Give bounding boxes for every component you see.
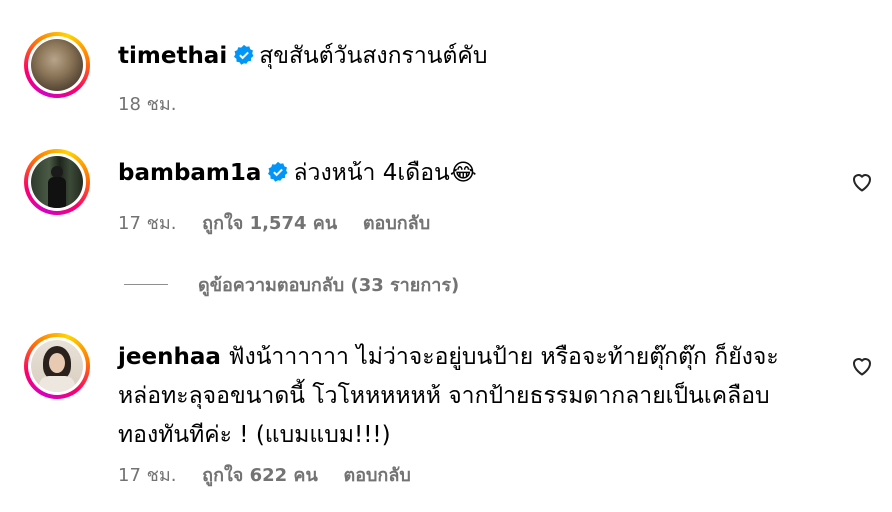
comment-text-line-1: ฟังน้าาาาาา ไม่ว่าจะอยู่บนป้าย หรือจะท้า… [228,344,779,370]
comment-meta: 17 ชม. ถูกใจ 622 คน ตอบกลับ [118,460,431,489]
heart-icon[interactable] [850,170,874,194]
lion-photo [31,39,83,91]
divider-line [124,284,168,285]
timestamp: 18 ชม. [118,94,177,115]
verified-badge-icon [234,44,254,65]
timestamp: 17 ชม. [118,213,177,234]
heart-icon[interactable] [850,354,874,378]
username[interactable]: timethai [118,43,227,69]
view-replies-button[interactable]: ดูข้อความตอบกลับ (33 รายการ) [124,270,459,299]
avatar-bambam1a[interactable] [24,149,90,215]
verified-badge-icon [268,161,288,182]
avatar-jeenhaa[interactable] [24,333,90,399]
comment-text-line-3: ทองทันทีค่ะ ! (แบมแบม!!!) [118,422,391,448]
comment-timethai: timethai สุขสันต์วันสงกรานต์คับ [118,37,822,76]
username[interactable]: jeenhaa [118,344,221,370]
reply-button[interactable]: ตอบกลับ [344,465,411,486]
avatar-timethai[interactable] [24,32,90,98]
reply-button[interactable]: ตอบกลับ [363,213,430,234]
timestamp: 17 ชม. [118,465,177,486]
person-photo [31,156,83,208]
comment-text: ล่วงหน้า 4เดือน😂 [293,160,477,186]
comment-meta: 18 ชม. [118,89,196,118]
comment-meta: 17 ชม. ถูกใจ 1,574 คน ตอบกลับ [118,208,450,237]
likes-count[interactable]: ถูกใจ 622 คน [202,465,318,486]
woman-photo [31,340,83,392]
username[interactable]: bambam1a [118,160,261,186]
comment-text-line-2: หล่อทะลุจอขนาดนี้ โวโหหหหหห้ จากป้ายธรรม… [118,383,770,409]
comment-text: สุขสันต์วันสงกรานต์คับ [259,43,488,69]
likes-count[interactable]: ถูกใจ 1,574 คน [202,213,337,234]
view-replies-label: ดูข้อความตอบกลับ (33 รายการ) [198,275,460,296]
comment-bambam1a: bambam1a ล่วงหน้า 4เดือน😂 [118,154,822,193]
comment-jeenhaa: jeenhaa ฟังน้าาาาาา ไม่ว่าจะอยู่บนป้าย ห… [118,338,822,455]
